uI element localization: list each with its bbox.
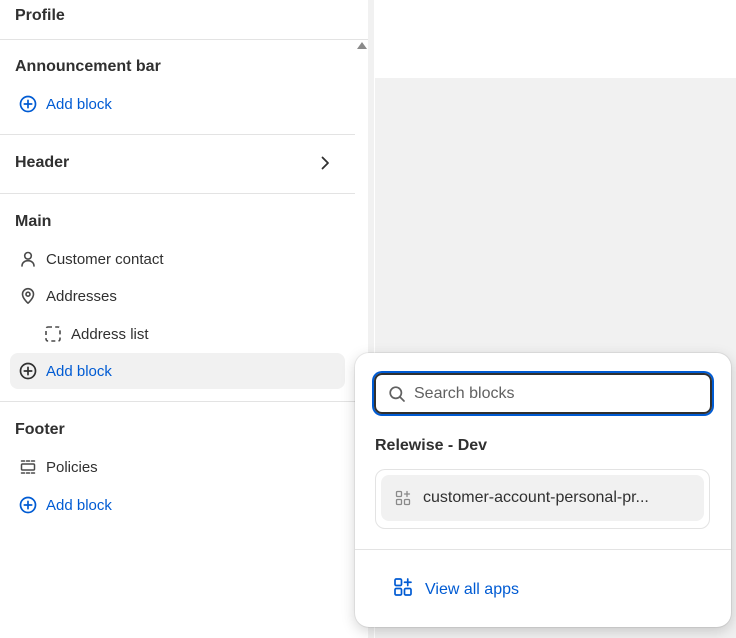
app-block-item[interactable]: customer-account-personal-pr... (381, 475, 704, 521)
plus-circle-icon (18, 361, 38, 381)
page-title: Profile (15, 7, 65, 24)
app-block-list: customer-account-personal-pr... (375, 469, 710, 529)
app-group-title: Relewise - Dev (375, 437, 488, 454)
view-all-apps-label: View all apps (425, 580, 519, 598)
block-item-label: Customer contact (46, 250, 164, 268)
section-heading-announcement-bar: Announcement bar (15, 58, 161, 75)
section-heading-main: Main (15, 213, 52, 230)
block-item-address-list[interactable]: Address list (10, 316, 345, 352)
search-input[interactable] (414, 384, 694, 403)
add-block-button-footer[interactable]: Add block (10, 487, 345, 523)
section-heading-header: Header (15, 154, 70, 171)
block-item-addresses[interactable]: Addresses (10, 278, 345, 314)
section-heading-footer: Footer (15, 421, 65, 438)
divider (0, 401, 370, 402)
block-item-label: Policies (46, 458, 98, 476)
add-block-button-main[interactable]: Add block (10, 353, 345, 389)
app-block-label: customer-account-personal-pr... (423, 489, 649, 506)
search-icon (388, 385, 406, 403)
divider (0, 134, 355, 135)
block-item-policies[interactable]: Policies (10, 449, 345, 485)
person-icon (18, 249, 38, 269)
plus-circle-icon (18, 94, 38, 114)
block-item-customer-contact[interactable]: Customer contact (10, 241, 345, 277)
divider (355, 549, 731, 550)
add-block-label: Add block (46, 496, 112, 514)
block-item-label: Address list (71, 325, 149, 343)
add-block-label: Add block (46, 362, 112, 380)
add-block-popover: Relewise - Dev customer-account-personal… (355, 353, 731, 627)
view-all-apps-link[interactable]: View all apps (393, 577, 519, 602)
divider (0, 193, 355, 194)
chevron-right-icon (316, 154, 334, 177)
apps-icon (393, 577, 413, 602)
preview-header (375, 0, 736, 78)
sidebar: Profile Announcement bar Add block Heade… (0, 0, 370, 638)
app-block-icon (395, 490, 411, 506)
plus-circle-icon (18, 495, 38, 515)
scroll-up-arrow-icon[interactable] (357, 42, 367, 49)
search-field[interactable] (374, 373, 712, 414)
add-block-button-announcement[interactable]: Add block (10, 86, 345, 122)
location-pin-icon (18, 286, 38, 306)
block-item-label: Addresses (46, 287, 117, 305)
layout-section-icon (18, 457, 38, 477)
add-block-label: Add block (46, 95, 112, 113)
dashed-square-icon (43, 324, 63, 344)
divider (0, 39, 370, 40)
